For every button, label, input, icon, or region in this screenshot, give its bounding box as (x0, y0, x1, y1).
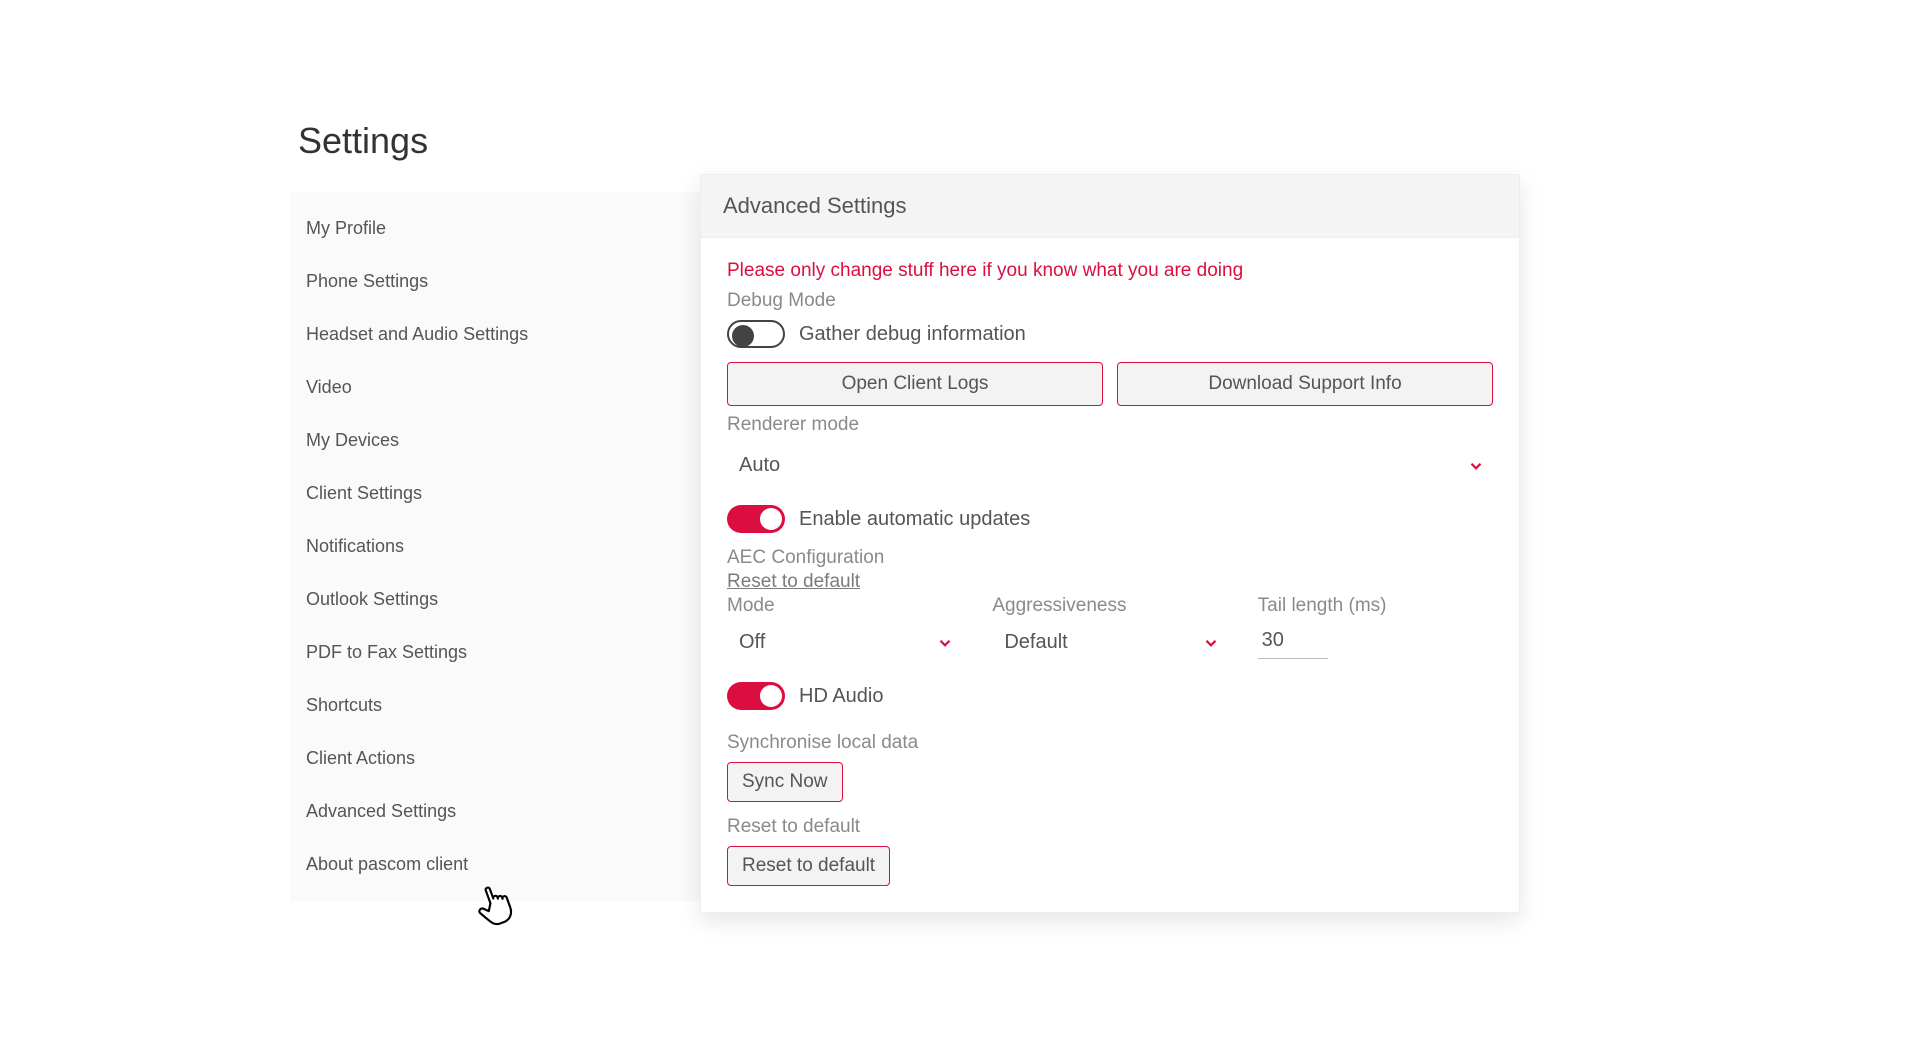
renderer-mode-select[interactable]: Auto (727, 444, 1493, 487)
hd-audio-label: HD Audio (799, 685, 884, 708)
aec-config-label: AEC Configuration (727, 547, 1493, 569)
aec-aggr-label: Aggressiveness (992, 595, 1227, 617)
chevron-down-icon (1467, 457, 1485, 475)
sidebar-item-label: My Profile (306, 218, 386, 238)
page-title: Settings (298, 120, 1570, 162)
sidebar-item-label: Headset and Audio Settings (306, 324, 528, 344)
sidebar-item-client-actions[interactable]: Client Actions (290, 732, 700, 785)
advanced-settings-panel: Advanced Settings Please only change stu… (700, 174, 1520, 913)
panel-title: Advanced Settings (701, 175, 1519, 238)
sidebar-item-my-devices[interactable]: My Devices (290, 414, 700, 467)
aec-tail-input[interactable] (1258, 621, 1328, 659)
sync-now-button[interactable]: Sync Now (727, 762, 843, 802)
gather-debug-toggle[interactable] (727, 320, 785, 348)
sidebar-item-label: Advanced Settings (306, 801, 456, 821)
open-client-logs-button[interactable]: Open Client Logs (727, 362, 1103, 406)
auto-updates-toggle[interactable] (727, 505, 785, 533)
sidebar-item-about[interactable]: About pascom client (290, 838, 700, 891)
chevron-down-icon (936, 634, 954, 652)
sidebar-item-advanced-settings[interactable]: Advanced Settings (290, 785, 700, 838)
sidebar-item-phone-settings[interactable]: Phone Settings (290, 255, 700, 308)
sidebar-item-my-profile[interactable]: My Profile (290, 202, 700, 255)
sidebar-item-label: Client Actions (306, 748, 415, 768)
renderer-mode-label: Renderer mode (727, 414, 1493, 436)
sidebar-item-label: Client Settings (306, 483, 422, 503)
reset-default-button[interactable]: Reset to default (727, 846, 890, 886)
sidebar-item-notifications[interactable]: Notifications (290, 520, 700, 573)
aec-tail-label: Tail length (ms) (1258, 595, 1493, 617)
chevron-down-icon (1202, 634, 1220, 652)
sidebar-item-pdf-fax[interactable]: PDF to Fax Settings (290, 626, 700, 679)
sidebar-item-label: Phone Settings (306, 271, 428, 291)
warning-text: Please only change stuff here if you kno… (727, 260, 1493, 282)
sidebar-item-shortcuts[interactable]: Shortcuts (290, 679, 700, 732)
hd-audio-toggle[interactable] (727, 682, 785, 710)
download-support-info-button[interactable]: Download Support Info (1117, 362, 1493, 406)
aec-mode-label: Mode (727, 595, 962, 617)
reset-label: Reset to default (727, 816, 1493, 838)
sidebar-item-outlook-settings[interactable]: Outlook Settings (290, 573, 700, 626)
sidebar-item-label: Outlook Settings (306, 589, 438, 609)
sidebar-item-label: About pascom client (306, 854, 468, 874)
settings-sidebar: My Profile Phone Settings Headset and Au… (290, 192, 700, 901)
aec-mode-select[interactable]: Off (727, 621, 962, 664)
debug-mode-label: Debug Mode (727, 290, 1493, 312)
aec-aggr-select[interactable]: Default (992, 621, 1227, 664)
sidebar-item-video[interactable]: Video (290, 361, 700, 414)
aec-reset-link[interactable]: Reset to default (727, 571, 860, 593)
sidebar-item-label: Shortcuts (306, 695, 382, 715)
aec-mode-value: Off (739, 631, 765, 654)
gather-debug-label: Gather debug information (799, 323, 1026, 346)
sidebar-item-label: Video (306, 377, 352, 397)
renderer-mode-value: Auto (739, 454, 780, 477)
sidebar-item-headset-audio[interactable]: Headset and Audio Settings (290, 308, 700, 361)
sidebar-item-label: Notifications (306, 536, 404, 556)
sidebar-item-label: PDF to Fax Settings (306, 642, 467, 662)
auto-updates-label: Enable automatic updates (799, 508, 1030, 531)
sidebar-item-label: My Devices (306, 430, 399, 450)
sync-label: Synchronise local data (727, 732, 1493, 754)
aec-aggr-value: Default (1004, 631, 1067, 654)
sidebar-item-client-settings[interactable]: Client Settings (290, 467, 700, 520)
